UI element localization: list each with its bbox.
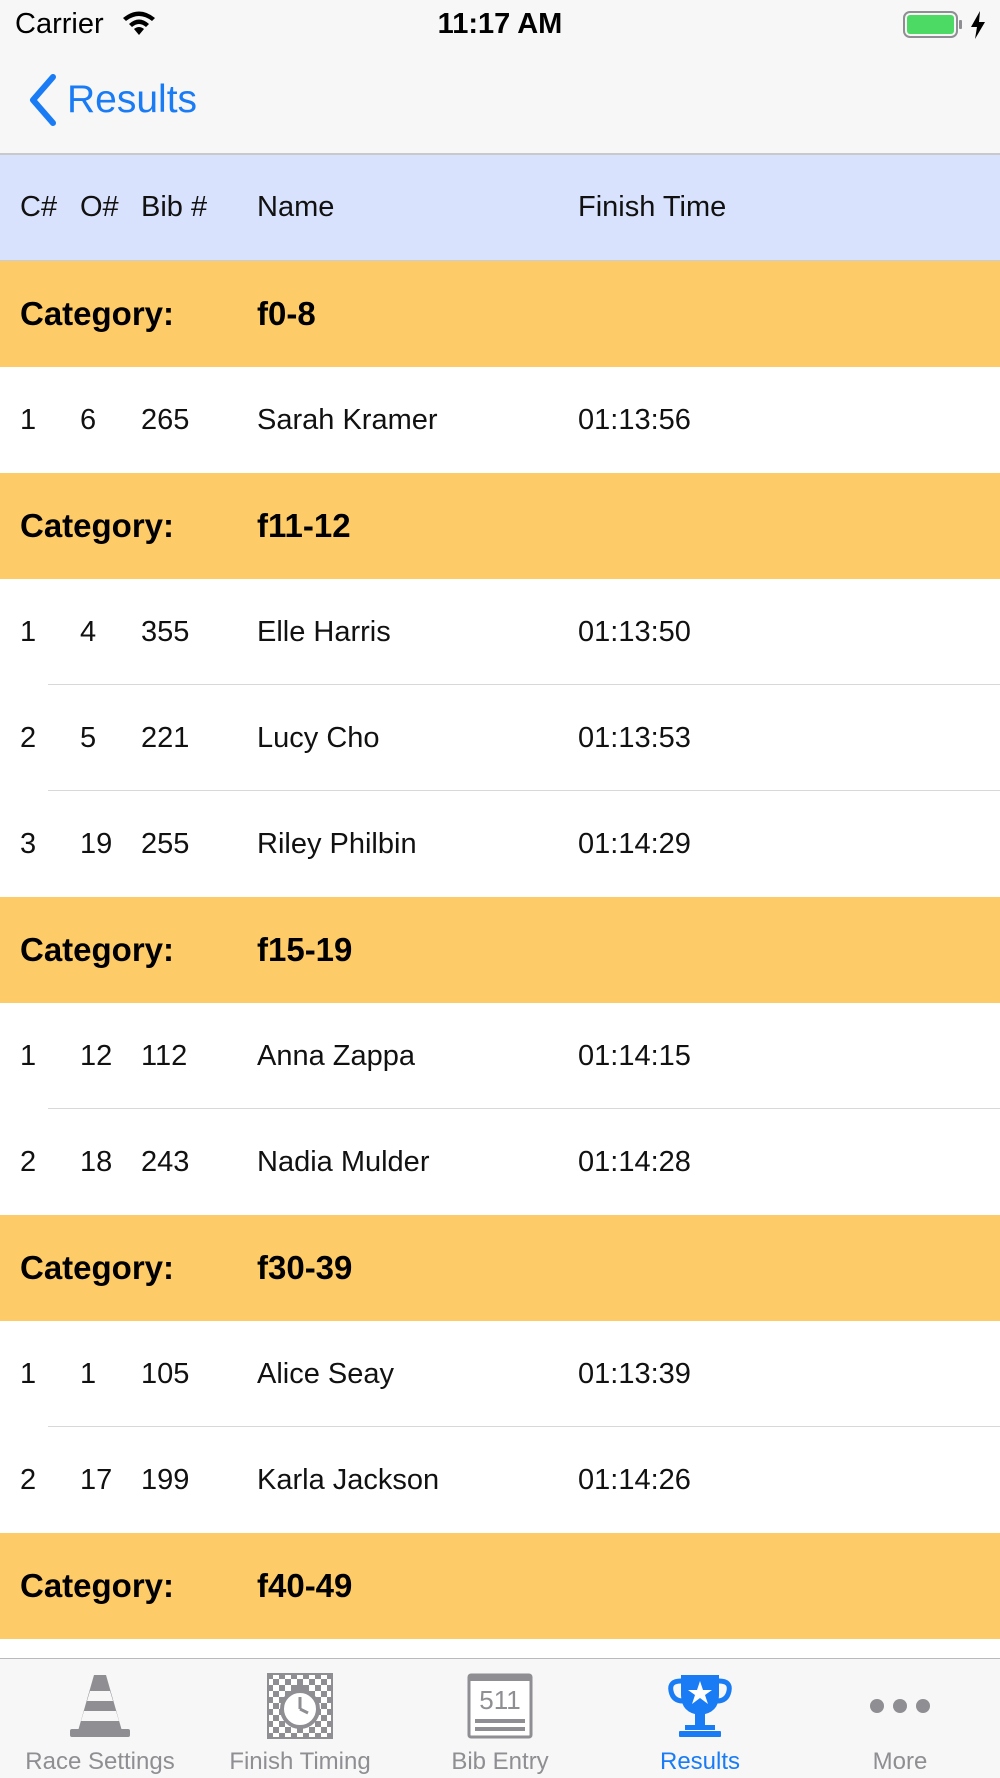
traffic-cone-icon xyxy=(70,1675,130,1737)
column-header-category-place: C# xyxy=(20,191,58,223)
back-button-label: Results xyxy=(67,78,198,121)
results-rows: Category: f0-8 1 6 265 Sarah Kramer 01:13:56 Ca… xyxy=(0,261,1000,1639)
bib-number-cell: 265 xyxy=(141,403,190,436)
category-place-cell: 2 xyxy=(20,1463,37,1496)
more-dots-icon xyxy=(870,1699,930,1713)
category-value: f15-19 xyxy=(257,931,353,968)
result-row[interactable]: 2 17 199 Karla Jackson 01:14:26 xyxy=(0,1427,1000,1533)
category-value: f30-39 xyxy=(257,1249,353,1286)
bib-number-cell: 199 xyxy=(141,1463,190,1496)
category-header-row: Category: f30-39 xyxy=(0,1215,1000,1321)
column-header-name: Name xyxy=(257,191,335,223)
column-header-bib: Bib # xyxy=(141,191,208,223)
finish-time-cell: 01:14:15 xyxy=(578,1039,691,1072)
tab-more[interactable]: More xyxy=(800,1659,1000,1778)
category-header-row: Category: f40-49 xyxy=(0,1533,1000,1639)
bib-number-cell: 243 xyxy=(141,1145,190,1178)
runner-name-cell: Anna Zappa xyxy=(257,1039,416,1072)
bib-icon-number: 511 xyxy=(479,1685,520,1715)
finish-time-cell: 01:14:29 xyxy=(578,827,691,860)
battery-icon xyxy=(903,11,962,38)
category-value: f0-8 xyxy=(257,295,316,332)
category-label: Category: xyxy=(20,507,175,544)
overall-place-cell: 6 xyxy=(80,403,97,436)
stopwatch-checkered-icon xyxy=(267,1673,333,1739)
bib-number-icon: 511 xyxy=(467,1673,533,1739)
result-row[interactable]: 1 6 265 Sarah Kramer 01:13:56 xyxy=(0,367,1000,473)
back-button[interactable]: Results xyxy=(25,72,197,128)
category-place-cell: 2 xyxy=(20,1145,37,1178)
runner-name-cell: Lucy Cho xyxy=(257,721,380,754)
runner-name-cell: Karla Jackson xyxy=(257,1463,440,1496)
tab-label-more: More xyxy=(872,1748,928,1775)
charging-bolt-icon xyxy=(971,11,985,39)
finish-time-cell: 01:13:53 xyxy=(578,721,691,754)
navigation-bar: Results xyxy=(0,50,1000,155)
category-place-cell: 1 xyxy=(20,1039,37,1072)
column-header-overall-place: O# xyxy=(80,191,119,223)
category-place-cell: 2 xyxy=(20,721,37,754)
bib-number-cell: 355 xyxy=(141,615,190,648)
category-place-cell: 3 xyxy=(20,827,37,860)
column-header-row: C# O# Bib # Name Finish Time xyxy=(0,155,1000,261)
tab-label-finish-timing: Finish Timing xyxy=(229,1748,371,1775)
category-place-cell: 1 xyxy=(20,1357,37,1390)
category-label: Category: xyxy=(20,295,175,332)
overall-place-cell: 18 xyxy=(80,1145,113,1178)
runner-name-cell: Nadia Mulder xyxy=(257,1145,430,1178)
result-row[interactable]: 2 5 221 Lucy Cho 01:13:53 xyxy=(0,685,1000,791)
finish-time-cell: 01:14:26 xyxy=(578,1463,691,1496)
category-place-cell: 1 xyxy=(20,403,37,436)
status-bar: Carrier 11:17 AM xyxy=(0,0,1000,50)
finish-time-cell: 01:13:50 xyxy=(578,615,691,648)
runner-name-cell: Elle Harris xyxy=(257,615,391,648)
overall-place-cell: 4 xyxy=(80,615,97,648)
chevron-left-icon xyxy=(30,74,56,126)
category-value: f40-49 xyxy=(257,1567,353,1604)
result-row[interactable]: 2 18 243 Nadia Mulder 01:14:28 xyxy=(0,1109,1000,1215)
overall-place-cell: 17 xyxy=(80,1463,113,1496)
results-list[interactable]: C# O# Bib # Name Finish Time Category: f0… xyxy=(0,155,1000,1658)
clock-label: 11:17 AM xyxy=(437,8,563,40)
runner-name-cell: Alice Seay xyxy=(257,1357,395,1390)
tab-label-bib-entry: Bib Entry xyxy=(451,1748,549,1775)
bib-number-cell: 255 xyxy=(141,827,190,860)
finish-time-cell: 01:13:56 xyxy=(578,403,691,436)
overall-place-cell: 12 xyxy=(80,1039,113,1072)
runner-name-cell: Riley Philbin xyxy=(257,827,417,860)
finish-time-cell: 01:13:39 xyxy=(578,1357,691,1390)
tab-bar: Race Settings Finish Timing 511 Bib Entr… xyxy=(0,1658,1000,1778)
overall-place-cell: 19 xyxy=(80,827,113,860)
overall-place-cell: 5 xyxy=(80,721,97,754)
category-label: Category: xyxy=(20,1567,175,1604)
category-label: Category: xyxy=(20,931,175,968)
tab-bib-entry[interactable]: 511 Bib Entry xyxy=(400,1659,600,1778)
trophy-icon xyxy=(668,1675,732,1737)
bib-number-cell: 105 xyxy=(141,1357,190,1390)
category-header-row: Category: f0-8 xyxy=(0,261,1000,367)
runner-name-cell: Sarah Kramer xyxy=(257,403,438,436)
tab-finish-timing[interactable]: Finish Timing xyxy=(200,1659,400,1778)
tab-label-race-settings: Race Settings xyxy=(25,1748,175,1775)
bib-number-cell: 221 xyxy=(141,721,190,754)
overall-place-cell: 1 xyxy=(80,1357,97,1390)
result-row[interactable]: 1 12 112 Anna Zappa 01:14:15 xyxy=(0,1003,1000,1109)
result-row[interactable]: 1 1 105 Alice Seay 01:13:39 xyxy=(0,1321,1000,1427)
tab-results[interactable]: Results xyxy=(600,1659,800,1778)
category-label: Category: xyxy=(20,1249,175,1286)
tab-label-results: Results xyxy=(659,1748,741,1775)
category-value: f11-12 xyxy=(257,507,351,544)
finish-time-cell: 01:14:28 xyxy=(578,1145,691,1178)
category-place-cell: 1 xyxy=(20,615,37,648)
bib-number-cell: 112 xyxy=(141,1039,188,1072)
tab-race-settings[interactable]: Race Settings xyxy=(0,1659,200,1778)
category-header-row: Category: f11-12 xyxy=(0,473,1000,579)
result-row[interactable]: 3 19 255 Riley Philbin 01:14:29 xyxy=(0,791,1000,897)
category-header-row: Category: f15-19 xyxy=(0,897,1000,1003)
column-header-finish-time: Finish Time xyxy=(578,191,727,223)
result-row[interactable]: 1 4 355 Elle Harris 01:13:50 xyxy=(0,579,1000,685)
